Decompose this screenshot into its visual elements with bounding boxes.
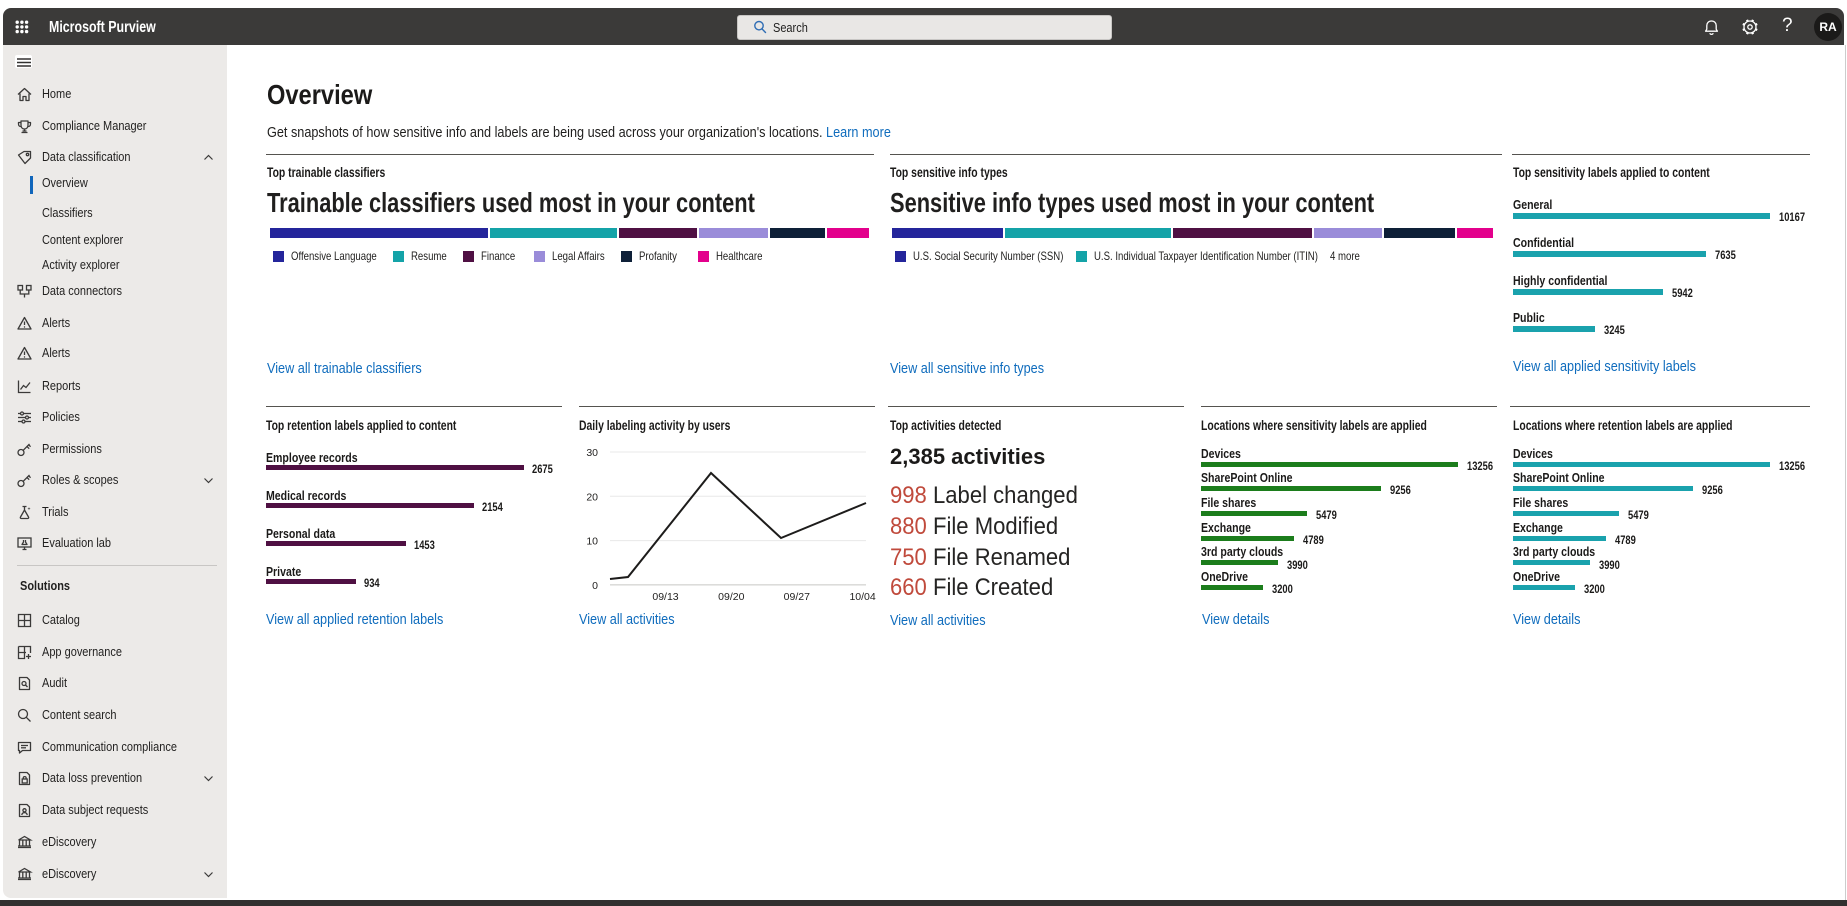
svg-text:09/27: 09/27 [784, 591, 810, 603]
svg-text:09/13: 09/13 [652, 591, 678, 603]
svg-text:20: 20 [586, 491, 598, 503]
svg-text:10/04: 10/04 [849, 591, 875, 603]
svg-text:0: 0 [592, 580, 598, 592]
svg-text:10: 10 [586, 536, 598, 548]
svg-text:30: 30 [586, 447, 598, 459]
svg-text:09/20: 09/20 [718, 591, 744, 603]
